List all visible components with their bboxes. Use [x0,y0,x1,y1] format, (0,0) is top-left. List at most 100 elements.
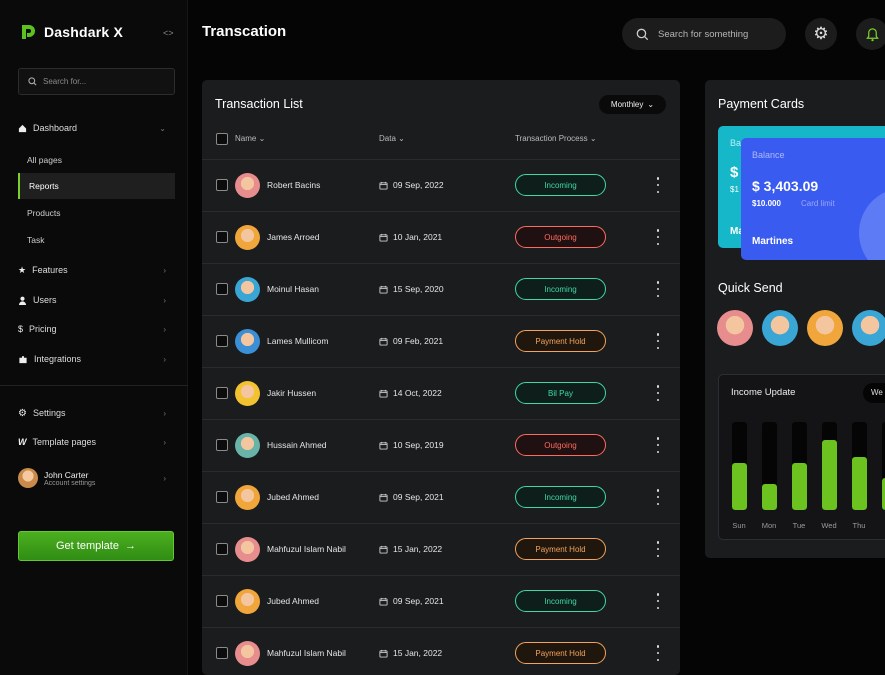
brand[interactable]: Dashdark X [20,24,123,40]
income-bar[interactable] [732,422,747,510]
sidebar-search[interactable] [18,68,175,95]
row-checkbox[interactable] [216,283,228,295]
get-template-button[interactable]: Get template → [18,531,174,561]
sidebar-item-settings[interactable]: ⚙ Settings › [18,402,175,424]
income-bar[interactable] [792,422,807,510]
row-checkbox[interactable] [216,231,228,243]
table-row[interactable]: Jubed Ahmed 09 Sep, 2021 Incoming [202,471,680,523]
table-row[interactable]: Mahfuzul Islam Nabil 15 Jan, 2022 Payment … [202,627,680,675]
more-options-icon[interactable] [654,177,662,193]
balance-value: $ 3,403.09 [752,178,819,194]
income-period-select[interactable]: We [863,383,885,403]
income-bar[interactable] [822,422,837,510]
row-checkbox[interactable] [216,491,228,503]
top-search[interactable] [622,18,786,50]
row-date: 09 Sep, 2022 [379,180,444,190]
quick-send-avatar[interactable] [852,310,885,346]
card-back-label: Ba [730,138,742,148]
row-checkbox[interactable] [216,387,228,399]
sidebar-item-dashboard[interactable]: Dashboard ⌄ [18,117,175,139]
sidebar-item-label: Integrations [34,354,82,364]
more-options-icon[interactable] [654,489,662,505]
sidebar-divider [0,385,188,386]
avatar [235,381,260,406]
balance-label: Balance [752,150,785,160]
settings-button[interactable]: ⚙ [805,18,837,50]
status-badge: Incoming [515,486,606,508]
account-settings-label: Account settings [44,479,96,487]
table-row[interactable]: James Arroed 10 Jan, 2021 Outgoing [202,211,680,263]
row-checkbox[interactable] [216,179,228,191]
row-date: 14 Oct, 2022 [379,388,442,398]
chevron-down-icon: ⌄ [647,100,655,109]
table-row[interactable]: Robert Bacins 09 Sep, 2022 Incoming [202,159,680,211]
sidebar-item-integrations[interactable]: Integrations › [18,348,175,370]
row-date-text: 14 Oct, 2022 [393,388,442,398]
income-update-title: Income Update [731,387,796,398]
sidebar-item-template-pages[interactable]: W Template pages › [18,431,175,453]
more-options-icon[interactable] [654,645,662,661]
table-row[interactable]: Jubed Ahmed 09 Sep, 2021 Incoming [202,575,680,627]
row-name: Mahfuzul Islam Nabil [267,544,346,554]
payment-card[interactable]: Balance $ 3,403.09 $10.000 Card limit Ma… [741,138,885,260]
more-options-icon[interactable] [654,437,662,453]
sidebar-item-features[interactable]: ★ Features › [18,259,175,281]
table-row[interactable]: Mahfuzul Islam Nabil 15 Jan, 2022 Payment … [202,523,680,575]
row-date: 15 Sep, 2020 [379,284,444,294]
row-checkbox[interactable] [216,439,228,451]
arrow-right-icon: → [124,540,136,552]
more-options-icon[interactable] [654,281,662,297]
calendar-icon [379,389,388,398]
more-options-icon[interactable] [654,593,662,609]
collapse-sidebar-icon[interactable]: <> [163,28,174,38]
sidebar-item-pricing[interactable]: $ Pricing › [18,318,175,340]
row-date-text: 10 Jan, 2021 [393,232,443,242]
more-options-icon[interactable] [654,333,662,349]
period-select[interactable]: Monthley ⌄ [599,95,666,114]
avatar [235,329,260,354]
sidebar-item-users[interactable]: Users › [18,289,175,311]
notifications-button[interactable] [856,18,885,50]
row-checkbox[interactable] [216,543,228,555]
sidebar-subitem-reports[interactable]: Reports [18,173,175,199]
table-row[interactable]: Hussain Ahmed 10 Sep, 2019 Outgoing [202,419,680,471]
more-options-icon[interactable] [654,541,662,557]
column-header-date[interactable]: Data ⌄ [379,134,405,143]
calendar-icon [379,233,388,242]
row-checkbox[interactable] [216,595,228,607]
more-options-icon[interactable] [654,385,662,401]
more-options-icon[interactable] [654,229,662,245]
table-row[interactable]: Lames Mullicom 09 Feb, 2021 Payment Hold [202,315,680,367]
sidebar-subitem-task[interactable]: Task [18,227,175,253]
account-row[interactable]: John Carter Account settings › [18,468,175,488]
calendar-icon [379,285,388,294]
select-all-checkbox[interactable] [216,133,228,145]
column-header-process[interactable]: Transaction Process ⌄ [515,134,597,143]
quick-send-avatar[interactable] [807,310,843,346]
table-row[interactable]: Jakir Hussen 14 Oct, 2022 Bil Pay [202,367,680,419]
sidebar: Dashdark X <> Dashboard ⌄ All pages Repo… [0,0,188,675]
status-badge: Payment Hold [515,642,606,664]
income-bar[interactable] [762,422,777,510]
sidebar-subitem-all-pages[interactable]: All pages [18,147,175,173]
row-checkbox[interactable] [216,335,228,347]
quick-send-avatar[interactable] [762,310,798,346]
income-bar[interactable] [852,422,867,510]
chevron-down-icon: ⌄ [159,123,166,133]
row-date-text: 09 Feb, 2021 [393,336,444,346]
status-badge: Outgoing [515,434,606,456]
row-checkbox[interactable] [216,647,228,659]
top-search-input[interactable] [658,28,768,40]
sidebar-item-label: Pricing [29,324,57,334]
sidebar-search-input[interactable] [43,77,163,86]
column-header-name[interactable]: Name ⌄ [235,134,265,143]
sidebar-subitem-products[interactable]: Products [18,200,175,226]
row-name: Robert Bacins [267,180,321,190]
sidebar-item-label: Features [32,265,68,275]
chevron-right-icon: › [163,324,166,334]
avatar [235,485,260,510]
income-day-label: Thu [852,521,866,530]
quick-send-avatar[interactable] [717,310,753,346]
table-row[interactable]: Moinul Hasan 15 Sep, 2020 Incoming [202,263,680,315]
avatar [18,468,38,488]
